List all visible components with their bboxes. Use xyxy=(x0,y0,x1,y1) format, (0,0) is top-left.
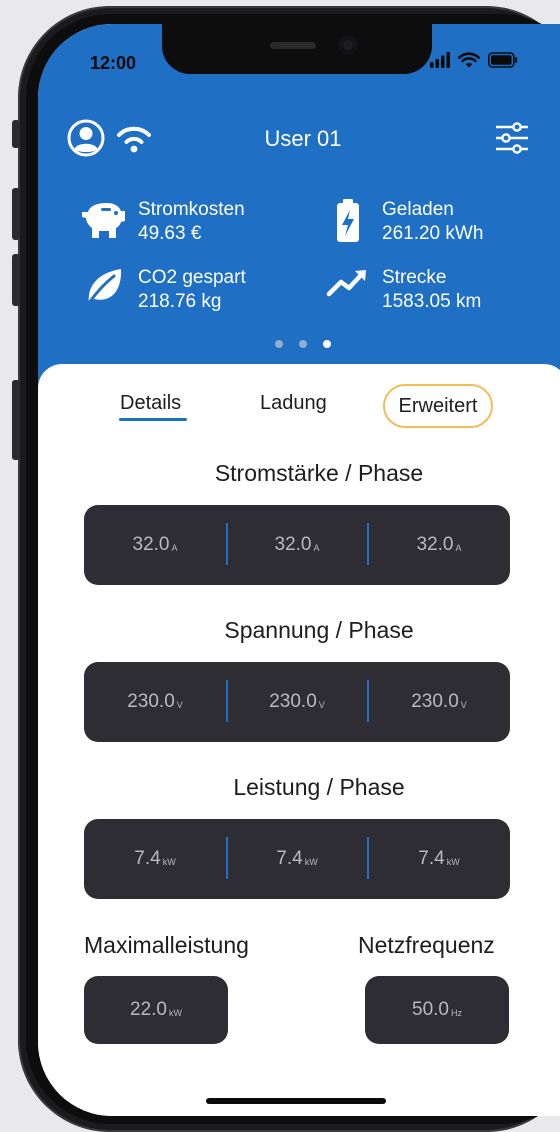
power-phase-2: 7.4 kW xyxy=(226,819,368,899)
content-card: Details Ladung Erweitert Stromstärke / P… xyxy=(38,364,560,1116)
top-bar: User 01 xyxy=(38,116,560,160)
settings-sliders-icon[interactable] xyxy=(494,118,530,158)
value: 32.0 xyxy=(274,534,312,555)
current-per-phase-panel: 32.0 A 32.0 A 32.0 A xyxy=(84,505,510,585)
tab-bar: Details Ladung Erweitert xyxy=(38,384,560,432)
section-title-power: Leistung / Phase xyxy=(233,774,405,800)
frequency-panel: 50.0 Hz xyxy=(365,976,509,1044)
stat-electricity-cost-value: 49.63 € xyxy=(138,223,202,244)
value: 230.0 xyxy=(127,691,175,712)
current-phase-2: 32.0 A xyxy=(226,505,368,585)
stat-co2-saved-value: 218.76 kg xyxy=(138,291,222,312)
unit: kW xyxy=(168,1008,182,1018)
piggy-bank-icon xyxy=(82,203,125,238)
tab-details-underline xyxy=(119,418,187,421)
value: 7.4 xyxy=(276,848,303,869)
unit: kW xyxy=(446,857,460,867)
tab-ladung[interactable]: Ladung xyxy=(260,392,327,415)
notch xyxy=(162,24,432,74)
voltage-per-phase-panel: 230.0 V 230.0 V 230.0 V xyxy=(84,662,510,742)
stat-charged-label: Geladen xyxy=(382,199,454,220)
unit: A xyxy=(171,543,178,553)
power-phase-3: 7.4 kW xyxy=(368,819,510,899)
front-camera xyxy=(338,35,358,55)
value: 50.0 xyxy=(412,999,449,1020)
max-power-panel: 22.0 kW xyxy=(84,976,228,1044)
page-dot-2[interactable] xyxy=(299,340,307,348)
section-title-current: Stromstärke / Phase xyxy=(214,460,424,486)
power-per-phase-panel: 7.4 kW 7.4 kW 7.4 kW xyxy=(84,819,510,899)
current-phase-1: 32.0 A xyxy=(84,505,226,585)
battery-status-icon xyxy=(488,52,518,68)
unit: V xyxy=(318,700,325,710)
page-dot-1[interactable] xyxy=(275,340,283,348)
stat-electricity-cost-label: Stromkosten xyxy=(138,199,245,220)
voltage-phase-1: 230.0 V xyxy=(84,662,226,742)
battery-charging-icon xyxy=(337,199,359,242)
volume-up-button xyxy=(12,188,20,240)
value: 32.0 xyxy=(416,534,454,555)
stat-distance: Strecke 1583.05 km xyxy=(324,266,481,314)
stat-distance-label: Strecke xyxy=(382,267,447,288)
section-title-voltage: Spannung / Phase xyxy=(224,617,414,643)
max-power-value: 22.0 kW xyxy=(130,999,182,1021)
header-area: 12:00 User 01 Stromkosten 49.63 € Gelade… xyxy=(38,24,560,402)
unit: A xyxy=(455,543,462,553)
unit: V xyxy=(176,700,183,710)
silent-switch xyxy=(12,120,20,148)
tab-erweitert[interactable]: Erweitert xyxy=(383,384,493,428)
app-screen: 12:00 User 01 Stromkosten 49.63 € Gelade… xyxy=(38,24,560,1116)
wifi-status-icon xyxy=(458,52,480,68)
unit: A xyxy=(313,543,320,553)
page-indicator[interactable] xyxy=(38,340,560,348)
stat-electricity-cost: Stromkosten 49.63 € xyxy=(80,198,245,246)
page-title: User 01 xyxy=(264,126,342,151)
frequency-title: Netzfrequenz xyxy=(358,932,495,958)
unit: kW xyxy=(162,857,176,867)
voltage-phase-2: 230.0 V xyxy=(226,662,368,742)
value: 32.0 xyxy=(132,534,170,555)
earpiece-speaker xyxy=(270,42,316,49)
home-indicator[interactable] xyxy=(206,1098,386,1104)
stat-distance-value: 1583.05 km xyxy=(382,291,482,312)
tab-details[interactable]: Details xyxy=(120,392,181,415)
frequency-value: 50.0 Hz xyxy=(412,999,462,1021)
stat-charged: Geladen 261.20 kWh xyxy=(324,198,483,246)
stat-co2-saved-label: CO2 gespart xyxy=(138,267,246,288)
value: 7.4 xyxy=(134,848,161,869)
status-time: 12:00 xyxy=(90,53,137,73)
unit: Hz xyxy=(450,1008,462,1018)
unit: V xyxy=(460,700,467,710)
unit: kW xyxy=(304,857,318,867)
volume-down-button xyxy=(12,254,20,306)
stat-charged-value: 261.20 kWh xyxy=(382,223,484,244)
leaf-icon xyxy=(87,269,122,305)
value: 22.0 xyxy=(130,999,167,1020)
tab-erweitert-label: Erweitert xyxy=(398,394,478,417)
value: 230.0 xyxy=(411,691,459,712)
max-power-title: Maximalleistung xyxy=(84,932,249,958)
page-dot-3-active[interactable] xyxy=(323,340,331,348)
value: 7.4 xyxy=(418,848,445,869)
current-phase-3: 32.0 A xyxy=(368,505,510,585)
voltage-phase-3: 230.0 V xyxy=(368,662,510,742)
signal-icon xyxy=(430,52,450,68)
status-icons xyxy=(430,52,518,68)
trend-up-icon xyxy=(326,270,366,297)
status-bar: 12:00 xyxy=(38,24,560,94)
power-phase-1: 7.4 kW xyxy=(84,819,226,899)
volume-aux-button xyxy=(12,380,20,460)
stat-co2-saved: CO2 gespart 218.76 kg xyxy=(80,266,246,314)
value: 230.0 xyxy=(269,691,317,712)
